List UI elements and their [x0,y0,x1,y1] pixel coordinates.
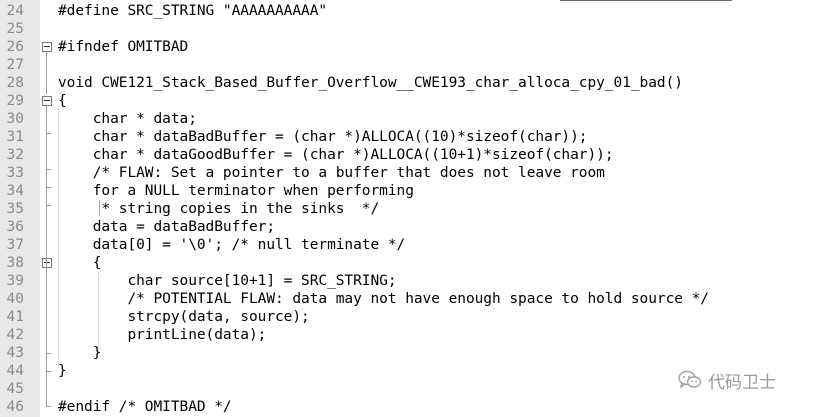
code-line[interactable]: 28 void CWE121_Stack_Based_Buffer_Overflo… [0,74,814,92]
line-number: 36 [6,219,24,235]
watermark-text: 代码卫士 [708,372,776,393]
line-number: 35 [6,201,24,217]
line-number: 28 [6,75,24,91]
code-line[interactable]: 31 char * dataBadBuffer = (char *)ALLOCA… [0,128,814,146]
indent-guide [98,272,99,352]
code-text[interactable]: /* POTENTIAL FLAW: data may not have eno… [58,290,709,308]
code-text[interactable]: for a NULL terminator when performing [58,182,414,200]
wechat-icon [678,369,702,391]
partial-box-outline [560,0,732,1]
code-line[interactable]: 34 for a NULL terminator when performing [0,182,814,200]
code-text[interactable]: void CWE121_Stack_Based_Buffer_Overflow_… [58,74,683,92]
fold-line [46,205,51,206]
code-text[interactable]: { [58,92,67,110]
line-number: 37 [6,237,24,253]
line-number: 31 [6,129,24,145]
code-line[interactable]: 29 { [0,92,814,110]
code-text[interactable]: char * dataGoodBuffer = (char *)ALLOCA((… [58,146,614,164]
fold-line [46,406,51,407]
code-line[interactable]: 43 } [0,344,814,362]
fold-toggle-block-icon[interactable] [42,258,52,268]
fold-line [46,169,51,170]
line-number: 43 [6,345,24,361]
line-number: 29 [6,93,24,109]
line-number: 32 [6,147,24,163]
fold-toggle-function-icon[interactable] [42,96,52,106]
line-number: 24 [6,3,24,19]
code-line[interactable]: 32 char * dataGoodBuffer = (char *)ALLOC… [0,146,814,164]
code-text[interactable]: /* FLAW: Set a pointer to a buffer that … [58,164,605,182]
code-editor[interactable]: 24 #define SRC_STRING "AAAAAAAAAA" 25 26 #if… [0,0,814,417]
code-line[interactable]: 35 * string copies in the sinks */ [0,200,814,218]
indent-guide [58,108,59,368]
line-number: 38 [6,255,24,271]
line-number: 26 [6,39,24,55]
line-number: 45 [6,381,24,397]
code-line[interactable]: 38 { [0,254,814,272]
code-text[interactable]: data[0] = '\0'; /* null terminate */ [58,236,406,254]
fold-line [46,52,47,94]
code-text[interactable]: * string copies in the sinks */ [58,200,379,218]
code-text[interactable]: printLine(data); [58,326,266,344]
code-text[interactable]: strcpy(data, source); [58,308,309,326]
fold-line [46,187,51,188]
comment-continuation-guide [99,200,100,216]
code-text[interactable]: #define SRC_STRING "AAAAAAAAAA" [58,2,327,20]
code-text[interactable]: data = dataBadBuffer; [58,218,275,236]
code-text[interactable]: #endif /* OMITBAD */ [58,398,232,416]
line-number: 33 [6,165,24,181]
code-line[interactable]: 36 data = dataBadBuffer; [0,218,814,236]
code-text[interactable]: #ifndef OMITBAD [58,38,188,56]
code-line[interactable]: 33 /* FLAW: Set a pointer to a buffer th… [0,164,814,182]
fold-line [46,106,47,406]
code-line[interactable]: 40 /* POTENTIAL FLAW: data may not have … [0,290,814,308]
line-number: 39 [6,273,24,289]
line-number: 27 [6,57,24,73]
line-number: 34 [6,183,24,199]
fold-line [46,133,51,134]
line-number: 41 [6,309,24,325]
code-line[interactable]: 41 strcpy(data, source); [0,308,814,326]
line-number: 42 [6,327,24,343]
line-number: 25 [6,21,24,37]
line-number: 44 [6,363,24,379]
code-line[interactable]: 37 data[0] = '\0'; /* null terminate */ [0,236,814,254]
code-line[interactable]: 24 #define SRC_STRING "AAAAAAAAAA" [0,2,814,20]
wechat-watermark: 代码卫士 [678,368,776,393]
code-text[interactable]: } [58,362,67,380]
code-line[interactable]: 42 printLine(data); [0,326,814,344]
code-line[interactable]: 27 [0,56,814,74]
line-number: 46 [6,399,24,415]
code-text[interactable]: char source[10+1] = SRC_STRING; [58,272,396,290]
code-text[interactable]: } [58,344,102,362]
code-line[interactable]: 46 #endif /* OMITBAD */ [0,398,814,416]
code-text[interactable]: { [58,254,102,272]
code-text[interactable]: char * data; [58,110,197,128]
code-text[interactable]: char * dataBadBuffer = (char *)ALLOCA((1… [58,128,588,146]
fold-toggle-ifndef-icon[interactable] [42,42,52,52]
code-line[interactable]: 39 char source[10+1] = SRC_STRING; [0,272,814,290]
line-number: 30 [6,111,24,127]
code-line[interactable]: 26 #ifndef OMITBAD [0,38,814,56]
fold-line [46,371,51,372]
code-line[interactable]: 30 char * data; [0,110,814,128]
code-line[interactable]: 25 [0,20,814,38]
line-number: 40 [6,291,24,307]
fold-line [46,353,51,354]
